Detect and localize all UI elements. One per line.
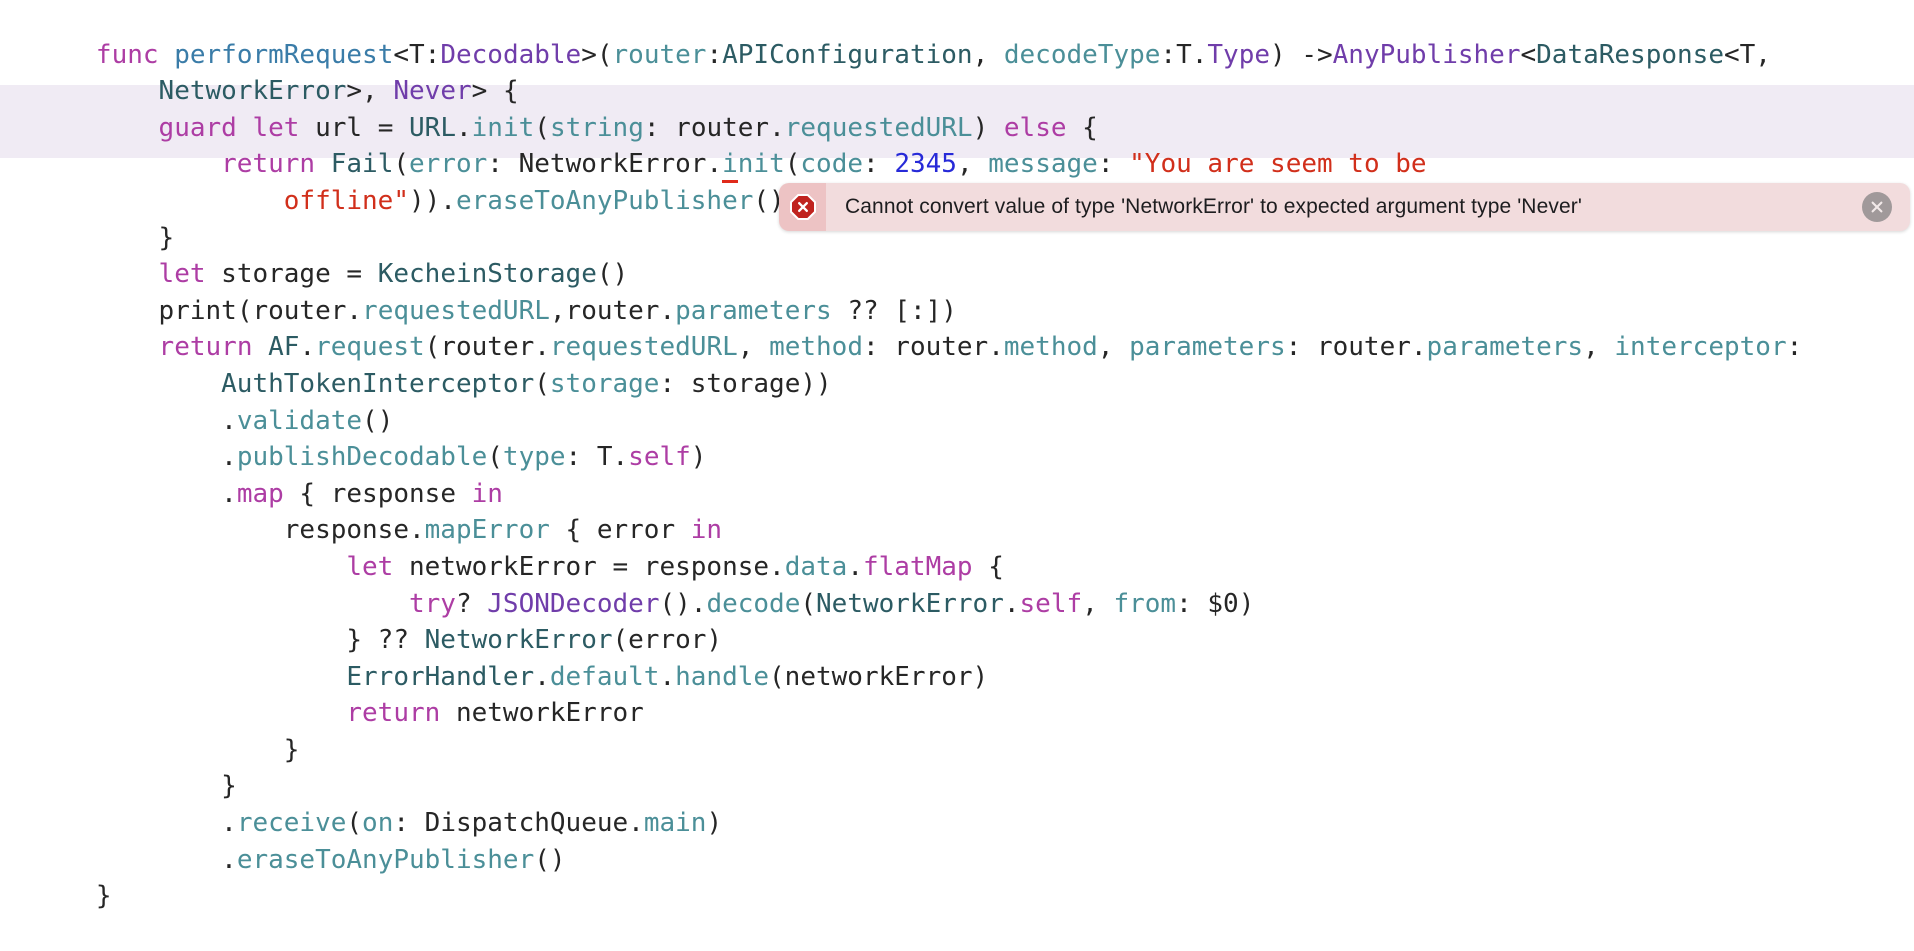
code-line-23[interactable]: .eraseToAnyPublisher() <box>0 805 1914 875</box>
code-line-16[interactable]: try? JSONDecoder().decode(NetworkError.s… <box>0 549 1914 619</box>
code-line-9[interactable]: return AF.request(router.requestedURL, m… <box>0 293 1914 362</box>
code-content[interactable]: func performRequest<T:Decodable>(router:… <box>0 0 1914 912</box>
code-line-14[interactable]: response.mapError { error in <box>0 476 1914 545</box>
code-line-4[interactable]: return Fail(error: NetworkError.init(cod… <box>0 110 1914 184</box>
code-line-12[interactable]: .publishDecodable(type: T.self) <box>0 403 1914 472</box>
close-icon <box>1871 201 1883 213</box>
code-line-18[interactable]: ErrorHandler.default.handle(networkError… <box>0 622 1914 692</box>
code-line-13[interactable]: .map { response in <box>0 439 1914 509</box>
code-line-22[interactable]: .receive(on: DispatchQueue.main) <box>0 768 1914 838</box>
code-line-19[interactable]: return networkError <box>0 659 1914 728</box>
code-line-15[interactable]: let networkError = response.data.flatMap… <box>0 512 1914 582</box>
error-octagon-icon <box>789 194 816 220</box>
brace-close-l24: } <box>95 881 112 912</box>
code-line-1[interactable]: func performRequest<T:Decodable>(router:… <box>0 0 1914 70</box>
inline-error-banner[interactable]: Cannot convert value of type 'NetworkErr… <box>779 183 1910 231</box>
code-line-17[interactable]: } ?? NetworkError(error) <box>0 586 1914 655</box>
code-line-11[interactable]: .validate() <box>0 366 1914 436</box>
code-line-21[interactable]: } <box>0 732 1914 801</box>
code-line-2[interactable]: NetworkError>, Never> { <box>0 37 1914 106</box>
error-icon-container <box>779 183 826 231</box>
error-close-button[interactable] <box>1862 192 1892 222</box>
code-line-20[interactable]: } <box>0 695 1914 765</box>
code-line-8[interactable]: print(router.requestedURL,router.paramet… <box>0 256 1914 326</box>
error-message-text: Cannot convert value of type 'NetworkErr… <box>845 195 1582 218</box>
code-line-10[interactable]: AuthTokenInterceptor(storage: storage)) <box>0 329 1914 399</box>
code-editor[interactable]: func performRequest<T:Decodable>(router:… <box>0 0 1914 911</box>
code-line-5[interactable]: offline")).eraseToAnyPublisher() <box>0 146 1914 216</box>
code-line-3[interactable]: guard let url = URL.init(string: router.… <box>0 73 1914 143</box>
